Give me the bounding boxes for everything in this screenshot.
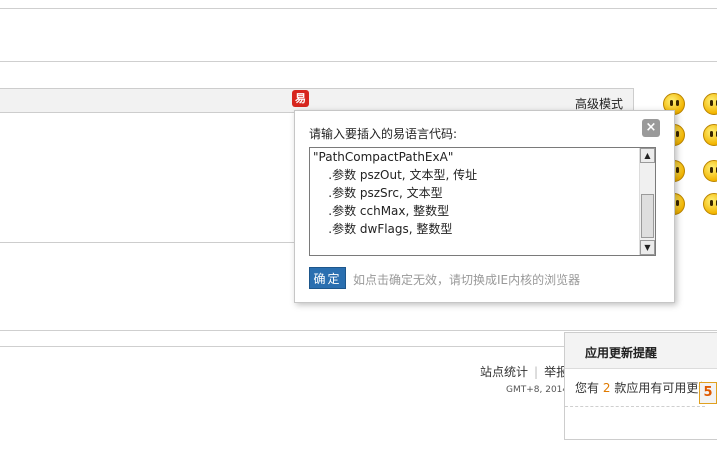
divider [0,330,717,331]
smiley-icon[interactable] [703,124,717,146]
footer-links: 站点统计 | 举报 [480,365,569,379]
code-line: "PathCompactPathExA" [313,150,454,164]
s5-badge-icon[interactable]: 5 [699,382,717,404]
scroll-up-icon[interactable]: ▲ [640,148,655,163]
insert-code-dialog: 请输入要插入的易语言代码: × "PathCompactPathExA" .参数… [294,110,675,303]
divider [0,8,717,9]
code-line: .参数 dwFlags, 整数型 [313,222,453,236]
code-content: "PathCompactPathExA" .参数 pszOut, 文本型, 传址… [313,148,638,238]
dialog-title: 请输入要插入的易语言代码: [309,127,458,141]
smiley-icon[interactable] [703,193,717,215]
update-count: 2 [602,381,611,395]
confirm-button[interactable]: 确定 [309,267,346,289]
scrollbar[interactable]: ▲ ▼ [639,148,655,255]
code-line: .参数 pszOut, 文本型, 传址 [313,168,478,182]
scrollbar-thumb[interactable] [641,194,654,238]
code-line: .参数 pszSrc, 文本型 [313,186,443,200]
code-line: .参数 cchMax, 整数型 [313,204,450,218]
scroll-down-icon[interactable]: ▼ [640,240,655,255]
insert-code-icon[interactable]: 易 [292,90,309,107]
timezone-text: GMT+8, 2014 [506,385,569,395]
notice-title: 应用更新提醒 [565,333,717,369]
smiley-icon[interactable] [703,160,717,182]
footer-link-stats[interactable]: 站点统计 [480,365,528,379]
notice-message[interactable]: 您有 2 款应用有可用更新 [565,369,705,407]
update-notice-panel: 应用更新提醒 您有 2 款应用有可用更新 [564,332,717,440]
hint-text: 如点击确定无效，请切换成IE内核的浏览器 [353,273,581,287]
smiley-icon[interactable] [703,93,717,115]
code-textarea[interactable]: "PathCompactPathExA" .参数 pszOut, 文本型, 传址… [309,147,656,256]
divider [0,61,717,62]
close-icon[interactable]: × [642,119,660,137]
